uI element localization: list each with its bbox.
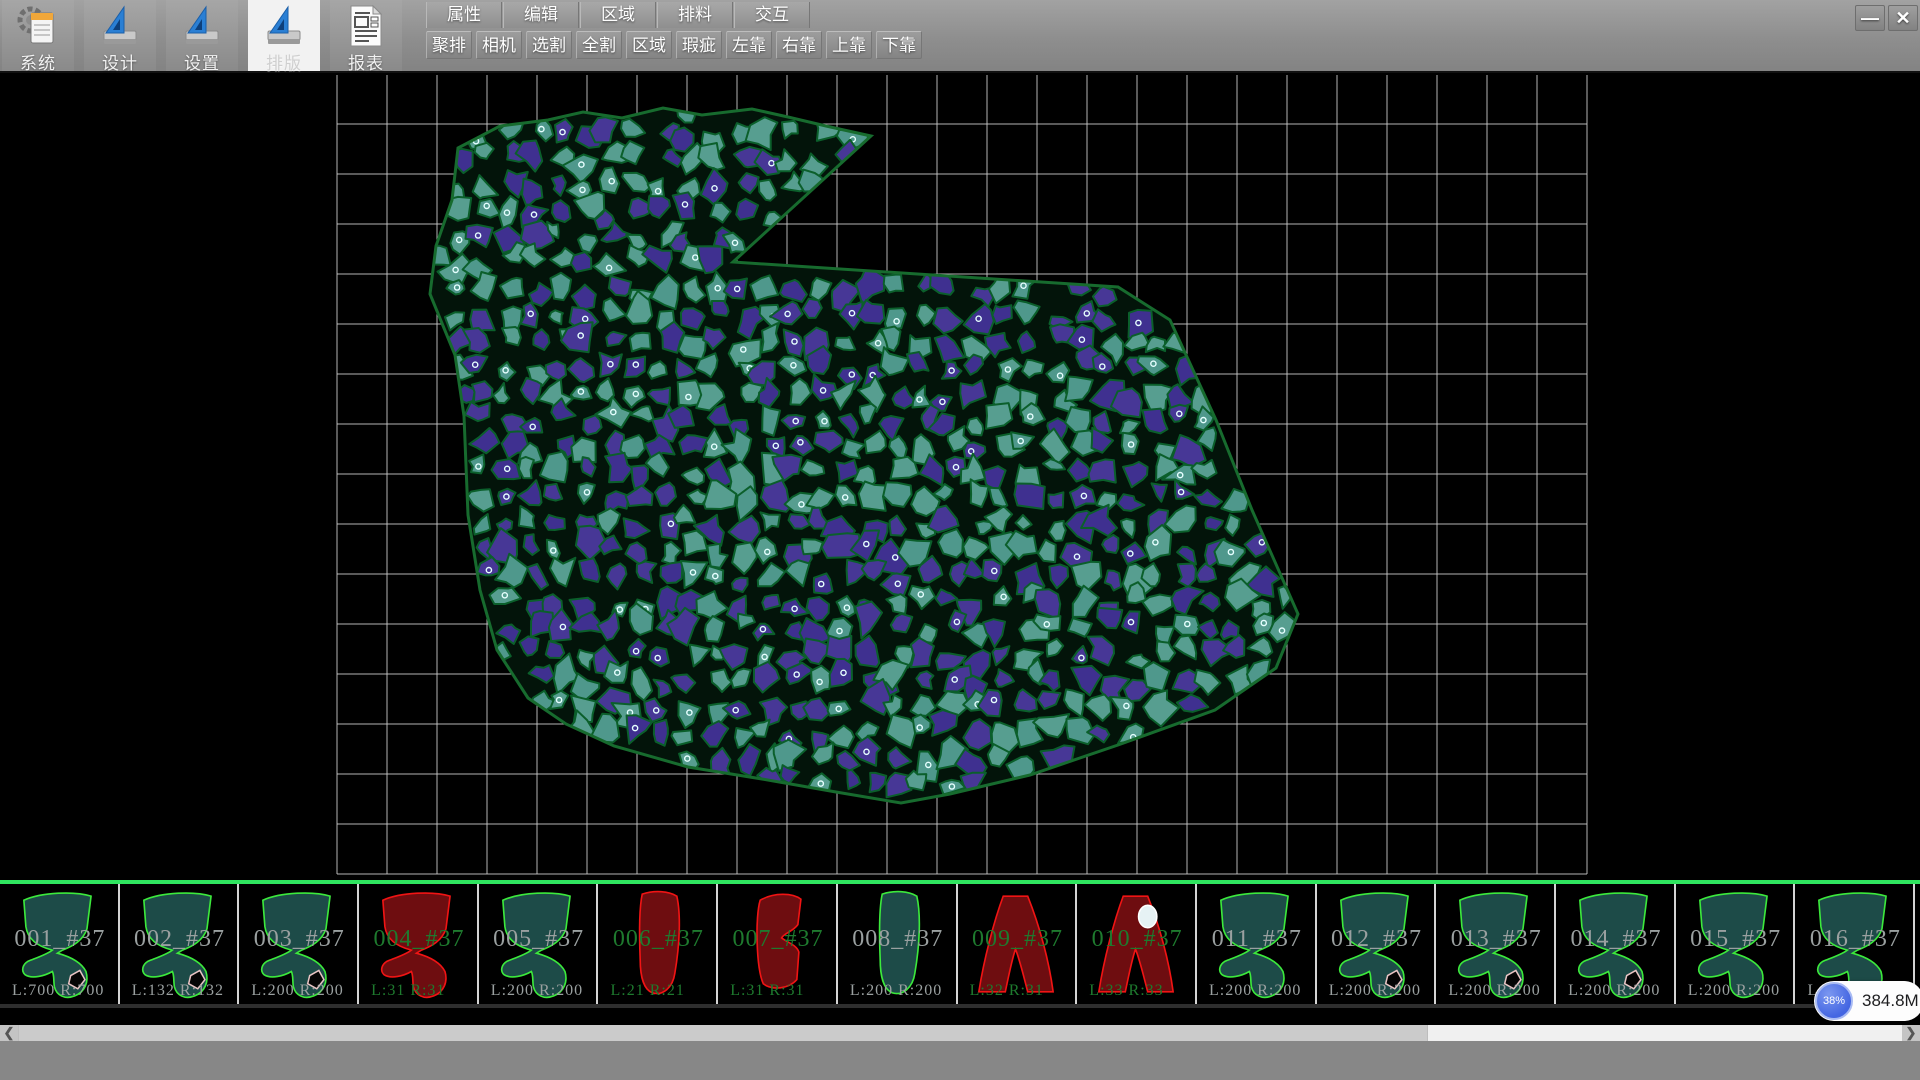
piece-thumbnail-strip: 001_#37 L:700 R:700 002_#37 L:132 R:132 003_…	[0, 884, 1920, 1004]
gear-notepad-icon	[15, 3, 61, 49]
ribbon-button-4[interactable]: 排版	[248, 0, 320, 71]
scroll-left-button[interactable]: ❮	[0, 1025, 18, 1041]
ribbon-button-label: 报表	[330, 49, 402, 74]
piece-id-label: 003_#37	[241, 926, 357, 953]
piece-lr-count: L:200 R:200	[1688, 982, 1780, 1000]
minimize-button[interactable]: —	[1855, 5, 1885, 31]
piece-lr-count: L:200 R:200	[491, 982, 583, 1000]
piece-lr-count: L:21 R:21	[611, 982, 685, 1000]
memory-monitor-badge[interactable]: 38% 384.8M	[1814, 981, 1920, 1021]
cpu-percent-icon: 38%	[1815, 982, 1853, 1020]
tool-button-9[interactable]: 上靠	[826, 31, 872, 59]
piece-thumbnail-11[interactable]: 011_#37 L:200 R:200	[1199, 884, 1317, 1004]
piece-lr-count: L:700 R:700	[12, 982, 104, 1000]
ribbon-button-label: 设计	[84, 49, 156, 74]
ruler-icon	[261, 3, 307, 49]
piece-lr-count: L:132 R:132	[132, 982, 224, 1000]
ruler-icon	[97, 3, 143, 49]
piece-thumbnail-8[interactable]: 008_#37 L:200 R:200	[840, 884, 958, 1004]
menu-tab-5[interactable]: 交互	[734, 2, 810, 28]
nesting-canvas[interactable]	[0, 75, 1920, 880]
main-toolbar: 系统设计设置排版报表 属性编辑区域排料交互 聚排相机选割全割区域瑕疵左靠右靠上靠…	[0, 0, 1920, 73]
piece-id-label: 002_#37	[122, 926, 238, 953]
menu-tab-1[interactable]: 属性	[426, 2, 502, 28]
menu-tab-4[interactable]: 排料	[657, 2, 733, 28]
piece-id-label: 007_#37	[720, 926, 836, 953]
ribbon-button-2[interactable]: 设计	[84, 0, 156, 71]
ribbon-button-1[interactable]: 系统	[2, 0, 74, 71]
piece-lr-count: L:32 R:31	[970, 982, 1044, 1000]
piece-thumbnail-7[interactable]: 007_#37 L:31 R:31	[720, 884, 838, 1004]
piece-lr-count: L:200 R:200	[1568, 982, 1660, 1000]
piece-id-label: 010_#37	[1079, 926, 1195, 953]
piece-thumbnail-2[interactable]: 002_#37 L:132 R:132	[122, 884, 240, 1004]
tool-button-2[interactable]: 相机	[476, 31, 522, 59]
piece-id-label: 001_#37	[2, 926, 118, 953]
menu-tab-3[interactable]: 区域	[580, 2, 656, 28]
piece-thumbnail-14[interactable]: 014_#37 L:200 R:200	[1558, 884, 1676, 1004]
piece-thumbnail-10[interactable]: 010_#37 L:33 R:33	[1079, 884, 1197, 1004]
piece-thumbnail-4[interactable]: 004_#37 L:31 R:31	[361, 884, 479, 1004]
piece-id-label: 011_#37	[1199, 926, 1315, 953]
menu-tab-2[interactable]: 编辑	[503, 2, 579, 28]
tool-button-4[interactable]: 全割	[576, 31, 622, 59]
scroll-right-button[interactable]: ❯	[1902, 1025, 1920, 1041]
piece-lr-count: L:31 R:31	[730, 982, 804, 1000]
piece-id-label: 012_#37	[1319, 926, 1435, 953]
piece-id-label: 015_#37	[1678, 926, 1794, 953]
piece-thumbnail-1[interactable]: 001_#37 L:700 R:700	[2, 884, 120, 1004]
piece-id-label: 004_#37	[361, 926, 477, 953]
application-window: 系统设计设置排版报表 属性编辑区域排料交互 聚排相机选割全割区域瑕疵左靠右靠上靠…	[0, 0, 1920, 1080]
piece-lr-count: L:200 R:200	[1209, 982, 1301, 1000]
piece-id-label: 008_#37	[840, 926, 956, 953]
piece-lr-count: L:200 R:200	[1329, 982, 1421, 1000]
tool-button-3[interactable]: 选割	[526, 31, 572, 59]
ribbon-button-label: 排版	[248, 49, 320, 74]
ruler-icon	[179, 3, 225, 49]
ribbon-button-5[interactable]: 报表	[330, 0, 402, 71]
piece-thumbnail-5[interactable]: 005_#37 L:200 R:200	[481, 884, 599, 1004]
ribbon-button-label: 系统	[2, 49, 74, 74]
piece-lr-count: L:33 R:33	[1089, 982, 1163, 1000]
status-bar	[0, 1041, 1920, 1080]
tool-button-5[interactable]: 区域	[626, 31, 672, 59]
piece-lr-count: L:200 R:200	[251, 982, 343, 1000]
piece-id-label: 006_#37	[601, 926, 717, 953]
scrollbar-thumb[interactable]	[18, 1025, 1428, 1041]
close-button[interactable]: ✕	[1888, 5, 1918, 31]
memory-usage-value: 384.8M	[1862, 981, 1919, 1021]
tool-button-1[interactable]: 聚排	[426, 31, 472, 59]
piece-thumbnail-13[interactable]: 013_#37 L:200 R:200	[1438, 884, 1556, 1004]
piece-id-label: 005_#37	[481, 926, 597, 953]
strip-bottom-edge	[0, 1004, 1920, 1008]
piece-thumbnail-3[interactable]: 003_#37 L:200 R:200	[241, 884, 359, 1004]
piece-id-label: 009_#37	[960, 926, 1076, 953]
piece-id-label: 013_#37	[1438, 926, 1554, 953]
piece-lr-count: L:200 R:200	[1448, 982, 1540, 1000]
tool-button-7[interactable]: 左靠	[726, 31, 772, 59]
tool-button-10[interactable]: 下靠	[876, 31, 922, 59]
ribbon-button-3[interactable]: 设置	[166, 0, 238, 71]
piece-thumbnail-12[interactable]: 012_#37 L:200 R:200	[1319, 884, 1437, 1004]
piece-thumbnail-6[interactable]: 006_#37 L:21 R:21	[601, 884, 719, 1004]
piece-lr-count: L:31 R:31	[371, 982, 445, 1000]
piece-hole	[1139, 905, 1157, 927]
tool-button-6[interactable]: 瑕疵	[676, 31, 722, 59]
piece-id-label: 014_#37	[1558, 926, 1674, 953]
nesting-svg	[0, 75, 1920, 880]
piece-thumbnail-15[interactable]: 015_#37 L:200 R:200	[1678, 884, 1796, 1004]
report-doc-icon	[343, 3, 389, 49]
tool-button-8[interactable]: 右靠	[776, 31, 822, 59]
piece-thumbnail-9[interactable]: 009_#37 L:32 R:31	[960, 884, 1078, 1004]
piece-lr-count: L:200 R:200	[850, 982, 942, 1000]
piece-id-label: 016_#37	[1798, 926, 1914, 953]
horizontal-scrollbar[interactable]: ❮ ❯	[0, 1025, 1920, 1041]
ribbon-button-label: 设置	[166, 49, 238, 74]
